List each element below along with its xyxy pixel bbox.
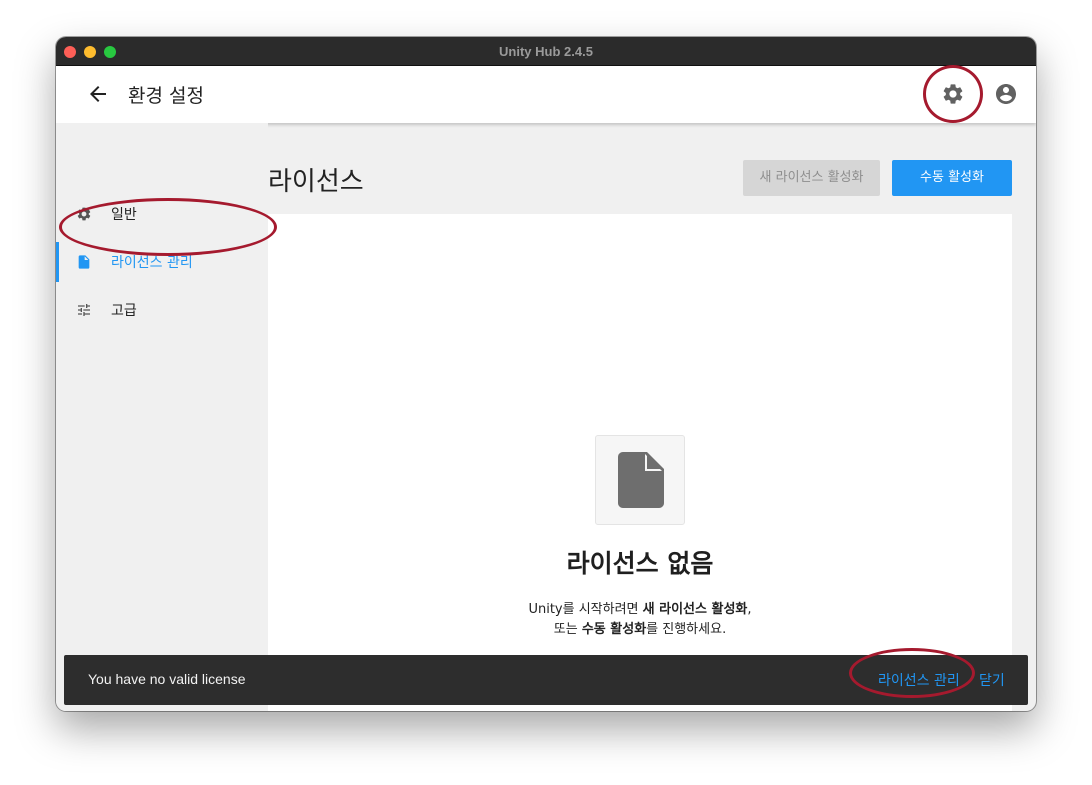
page-header-title: 환경 설정 [128, 85, 204, 107]
sliders-icon [78, 304, 90, 316]
empty-state-bold-text: 수동 활성화 [581, 622, 647, 637]
document-icon [78, 255, 90, 269]
sidebar-item-label: 라이선스 관리 [111, 255, 193, 271]
window-title: Unity Hub 2.4.5 [499, 44, 593, 59]
sidebar-item-label: 고급 [111, 303, 137, 319]
app-header: 환경 설정 [56, 66, 1036, 123]
snackbar: You have no valid license 라이선스 관리 닫기 [64, 655, 1028, 705]
close-snackbar-link[interactable]: 닫기 [979, 670, 1005, 690]
title-bar[interactable]: Unity Hub 2.4.5 [56, 37, 1036, 66]
back-button[interactable] [86, 82, 110, 106]
page-title: 라이선스 [268, 167, 364, 197]
sidebar-item-license[interactable]: 라이선스 관리 [56, 242, 268, 282]
app-window: Unity Hub 2.4.5 환경 설정 일반 라이선스 관리 고급 라이선스… [56, 37, 1036, 711]
manual-activation-button[interactable]: 수동 활성화 [892, 160, 1012, 196]
document-icon [618, 452, 664, 508]
gear-icon [943, 84, 963, 104]
sidebar: 일반 라이선스 관리 고급 [56, 123, 268, 711]
empty-state-text: , [747, 602, 752, 617]
sidebar-item-label: 일반 [111, 207, 137, 223]
new-license-button[interactable]: 새 라이선스 활성화 [743, 160, 880, 196]
sidebar-item-general[interactable]: 일반 [56, 194, 268, 234]
empty-state-line-1: Unity를 시작하려면 새 라이선스 활성화, [268, 600, 1012, 620]
empty-state-text: 를 진행하세요. [646, 622, 727, 637]
empty-state-text: 또는 [553, 622, 582, 637]
empty-state-title: 라이선스 없음 [566, 549, 714, 578]
gear-icon [77, 207, 91, 221]
settings-button[interactable] [941, 82, 965, 106]
empty-state-icon-box [595, 435, 685, 525]
empty-state-line-2: 또는 수동 활성화를 진행하세요. [268, 620, 1012, 640]
account-button[interactable] [994, 82, 1018, 106]
manage-license-link[interactable]: 라이선스 관리 [878, 670, 960, 690]
empty-state-text: Unity를 시작하려면 [528, 602, 643, 617]
license-card: 라이선스 없음 Unity를 시작하려면 새 라이선스 활성화, 또는 수동 활… [268, 214, 1012, 711]
empty-state-description: Unity를 시작하려면 새 라이선스 활성화, 또는 수동 활성화를 진행하세… [268, 600, 1012, 640]
sidebar-item-advanced[interactable]: 고급 [56, 290, 268, 330]
empty-state-bold-text: 새 라이선스 활성화 [642, 602, 748, 617]
snackbar-message: You have no valid license [88, 671, 246, 687]
arrow-left-icon [90, 86, 106, 102]
account-circle-icon [996, 84, 1016, 104]
